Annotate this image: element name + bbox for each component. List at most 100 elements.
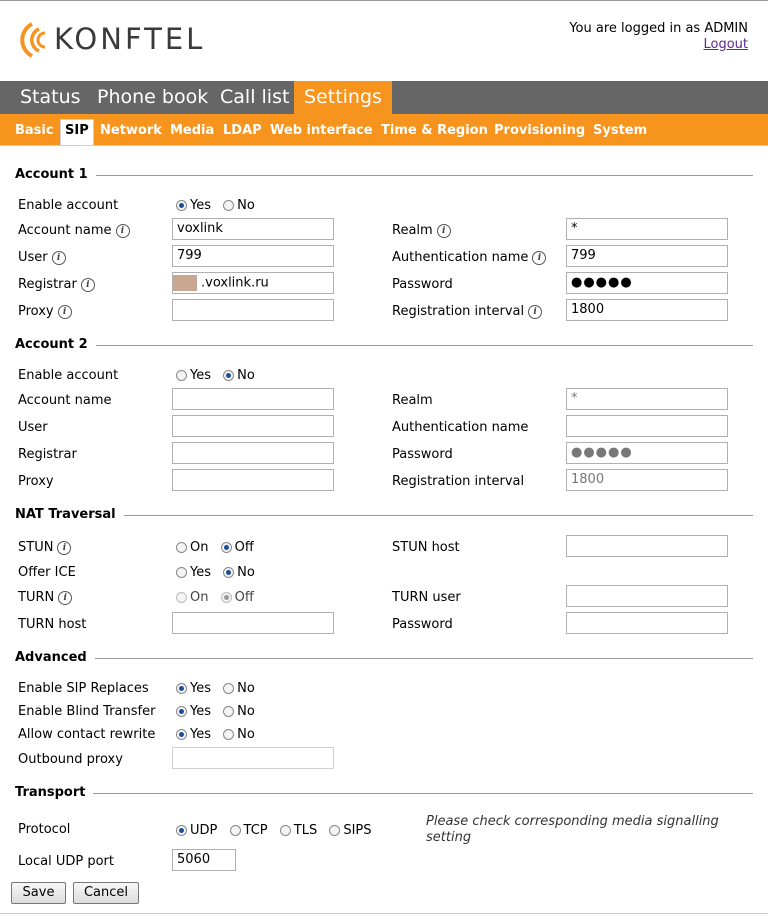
- subtab-network[interactable]: Network: [96, 120, 166, 145]
- radio-no-label: No: [237, 727, 255, 742]
- label-text: Registration interval: [392, 304, 525, 319]
- section-divider: [15, 793, 753, 794]
- radio-udp[interactable]: [176, 825, 187, 836]
- subtab-time-region[interactable]: Time & Region: [377, 120, 492, 145]
- radio-no[interactable]: [223, 729, 235, 740]
- radio-no[interactable]: [223, 706, 235, 717]
- radio-off-label: Off: [234, 540, 254, 555]
- radio-on[interactable]: [176, 592, 187, 603]
- login-status: You are logged in as ADMIN Logout: [569, 21, 748, 53]
- info-icon[interactable]: i: [528, 304, 543, 319]
- radio-tls[interactable]: [279, 825, 291, 836]
- user-input[interactable]: 799: [172, 245, 334, 267]
- radio-yes-label: Yes: [190, 368, 211, 383]
- radio-tcp[interactable]: [229, 825, 241, 836]
- turn-host-input[interactable]: [172, 612, 334, 634]
- radio-off[interactable]: [220, 592, 232, 603]
- logout-link[interactable]: Logout: [703, 37, 748, 52]
- info-icon[interactable]: i: [51, 250, 66, 265]
- radio-no-label: No: [237, 565, 255, 580]
- radio-off[interactable]: [220, 542, 232, 553]
- radio-no[interactable]: [223, 567, 235, 578]
- subtab-system[interactable]: System: [589, 120, 651, 145]
- label-enable-account: Enable account: [18, 368, 119, 383]
- registrar-input[interactable]: [172, 442, 334, 464]
- subtab-basic[interactable]: Basic: [11, 120, 58, 145]
- subtab-media[interactable]: Media: [166, 120, 218, 145]
- label-turn-password: Password: [392, 617, 453, 632]
- password-input[interactable]: ●●●●●: [566, 272, 728, 294]
- brand-name: KONFTEL: [54, 22, 206, 56]
- registrar-input[interactable]: .voxlink.ru: [172, 272, 334, 294]
- info-icon[interactable]: i: [58, 590, 73, 605]
- radio-no-label: No: [237, 368, 255, 383]
- tab-call-list[interactable]: Call list: [210, 81, 299, 114]
- radio-no[interactable]: [223, 370, 235, 381]
- info-icon[interactable]: i: [532, 250, 547, 265]
- contact-rewrite-radios: Yes No: [176, 727, 263, 742]
- subtab-web-interface[interactable]: Web interface: [266, 120, 377, 145]
- realm-input[interactable]: *: [566, 388, 728, 410]
- radio-yes[interactable]: [176, 706, 187, 717]
- tab-phone-book[interactable]: Phone book: [87, 81, 218, 114]
- proxy-input[interactable]: [172, 299, 334, 321]
- section-divider: [15, 658, 753, 659]
- radio-no-label: No: [237, 681, 255, 696]
- offer-ice-radios: Yes No: [176, 565, 263, 580]
- subtab-provisioning[interactable]: Provisioning: [490, 120, 589, 145]
- info-icon[interactable]: i: [57, 540, 72, 555]
- label-proxy: Proxy i: [18, 304, 72, 319]
- radio-sips[interactable]: [329, 825, 341, 836]
- stun-radios: On Off: [176, 540, 262, 555]
- info-icon[interactable]: i: [115, 223, 130, 238]
- enable-account-radios: Yes No: [176, 368, 263, 383]
- password-input[interactable]: ●●●●●: [566, 442, 728, 464]
- tab-settings[interactable]: Settings: [294, 81, 392, 114]
- registration-interval-input[interactable]: 1800: [566, 299, 728, 321]
- info-icon[interactable]: i: [57, 304, 72, 319]
- turn-password-input[interactable]: [566, 612, 728, 634]
- radio-no[interactable]: [223, 200, 235, 211]
- turn-user-input[interactable]: [566, 585, 728, 607]
- account-name-input[interactable]: voxlink: [172, 218, 334, 240]
- radio-yes[interactable]: [176, 200, 187, 211]
- radio-yes-label: Yes: [190, 727, 211, 742]
- info-icon[interactable]: i: [436, 223, 451, 238]
- label-local-udp-port: Local UDP port: [18, 854, 114, 869]
- tab-status[interactable]: Status: [10, 81, 91, 114]
- label-turn-host: TURN host: [18, 617, 87, 632]
- logged-in-text: You are logged in as ADMIN: [569, 21, 748, 36]
- realm-input[interactable]: *: [566, 218, 728, 240]
- outbound-proxy-input[interactable]: [172, 747, 334, 769]
- proxy-input[interactable]: [172, 469, 334, 491]
- label-user: User i: [18, 250, 66, 265]
- settings-subnav: Basic SIP Network Media LDAP Web interfa…: [0, 114, 768, 145]
- local-udp-port-input[interactable]: 5060: [172, 849, 236, 871]
- radio-yes[interactable]: [176, 370, 187, 381]
- radio-no-label: No: [237, 704, 255, 719]
- cancel-button[interactable]: Cancel: [73, 882, 139, 904]
- protocol-note: Please check corresponding media signall…: [426, 814, 719, 845]
- label-stun: STUN i: [18, 540, 72, 555]
- account-name-input[interactable]: [172, 388, 334, 410]
- radio-yes[interactable]: [176, 567, 187, 578]
- section-title-nat: NAT Traversal: [15, 507, 124, 522]
- authentication-name-input[interactable]: [566, 415, 728, 437]
- subtab-ldap[interactable]: LDAP: [219, 120, 266, 145]
- info-icon[interactable]: i: [80, 277, 95, 292]
- user-input[interactable]: [172, 415, 334, 437]
- radio-yes[interactable]: [176, 729, 187, 740]
- save-button[interactable]: Save: [11, 882, 66, 904]
- section-divider: [15, 175, 753, 176]
- subtab-sip[interactable]: SIP: [60, 119, 94, 145]
- radio-no[interactable]: [223, 683, 235, 694]
- radio-yes[interactable]: [176, 683, 187, 694]
- stun-host-input[interactable]: [566, 535, 728, 557]
- label-blind-transfer: Enable Blind Transfer: [18, 704, 156, 719]
- registration-interval-input[interactable]: 1800: [566, 469, 728, 491]
- main-nav: Status Phone book Call list Settings: [0, 81, 768, 114]
- turn-radios: On Off: [176, 590, 262, 605]
- radio-on[interactable]: [176, 542, 187, 553]
- label-contact-rewrite: Allow contact rewrite: [18, 727, 156, 742]
- authentication-name-input[interactable]: 799: [566, 245, 728, 267]
